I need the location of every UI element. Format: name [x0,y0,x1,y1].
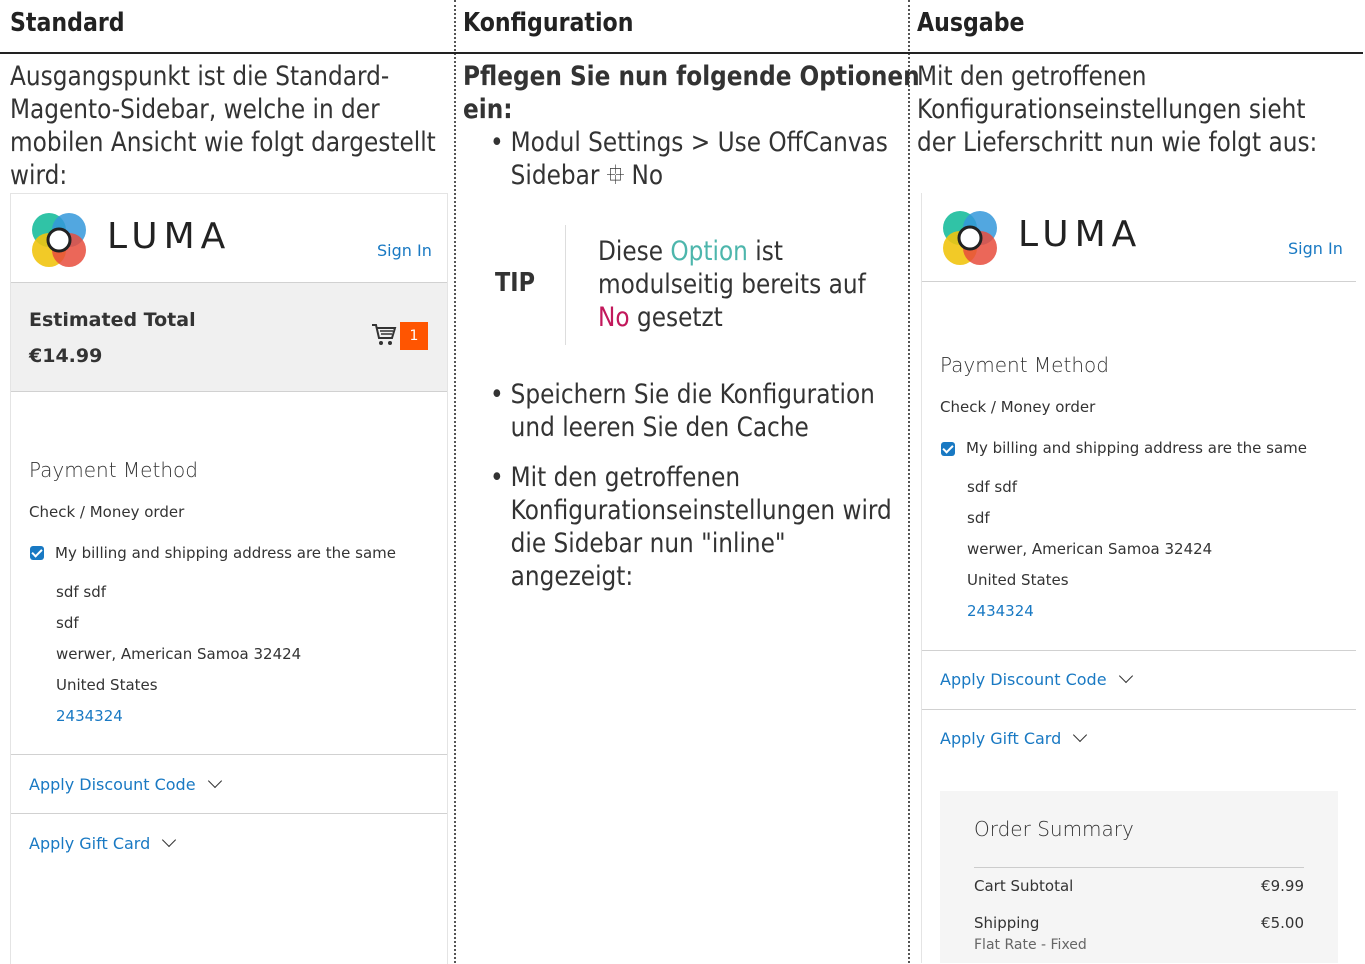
address-phone-link[interactable]: 2434324 [56,707,123,725]
address-phone-link[interactable]: 2434324 [967,602,1034,620]
tip-label: TIP [495,268,535,298]
divider [974,867,1304,868]
luma-logo-icon [943,211,997,265]
luma-logo-text: LUMA [1018,214,1143,255]
same-address-label: My billing and shipping address are the … [55,544,397,562]
cart-subtotal-label: Cart Subtotal [974,877,1074,895]
header-ausgabe: Ausgabe [917,8,1025,38]
bullet-3-text: Mit den getroffenen Konfigurationseinste… [510,462,892,592]
shipping-label: Shipping [974,914,1040,932]
address-street: sdf [56,614,79,632]
tip-no-word: No [598,302,630,333]
chevron-down-icon [1073,727,1088,743]
apply-gift-card-toggle[interactable]: Apply Gift Card [940,727,1088,748]
tip-text-a: Diese [598,236,671,267]
tip-divider [565,225,566,345]
address-street: sdf [967,509,990,527]
chevron-down-icon [162,832,177,848]
apply-discount-label: Apply Discount Code [940,670,1107,689]
address-country: United States [967,571,1069,589]
address-country: United States [56,676,158,694]
sign-in-link[interactable]: Sign In [377,241,432,260]
divider [11,813,447,814]
tip-text-c: gesetzt [629,302,723,333]
payment-option-label[interactable]: Check / Money order [29,503,184,521]
divider [922,709,1356,710]
standard-intro-text: Ausgangspunkt ist die Standard-Magento-S… [10,61,436,191]
same-address-label: My billing and shipping address are the … [966,439,1308,457]
cart-count-badge: 1 [400,322,428,350]
standard-checkout-screenshot: LUMA Sign In Estimated Total €14.99 1 Pa… [10,193,448,964]
same-address-checkbox[interactable] [941,442,955,456]
same-address-checkbox[interactable] [30,546,44,560]
payment-method-title: Payment Method [29,458,198,482]
payment-option-label[interactable]: Check / Money order [940,398,1095,416]
tip-option-word: Option [670,236,748,267]
chevron-down-icon [1118,668,1133,684]
divider [11,391,447,392]
bullet-3: • Mit den getroffenen Konfigurationseins… [490,461,894,593]
address-city: werwer, American Samoa 32424 [56,645,302,663]
address-city: werwer, American Samoa 32424 [967,540,1213,558]
ausgabe-checkout-screenshot: LUMA Sign In Payment Method Check / Mone… [921,193,1356,963]
chevron-down-icon [207,773,222,789]
ausgabe-intro-text: Mit den getroffenen Konfigurationseinste… [917,61,1318,158]
header-rule [0,52,1363,54]
column-separator [454,0,456,963]
bullet-2: • Speichern Sie die Konfiguration und le… [490,378,894,444]
bullet-1-text: Modul Settings > Use OffCanvas Sidebar ⯐… [510,127,888,191]
cart-subtotal-value: €9.99 [1261,877,1304,895]
address-name: sdf sdf [56,583,107,601]
header-konfiguration: Konfiguration [463,8,634,38]
apply-gift-card-label: Apply Gift Card [940,729,1062,748]
apply-discount-label: Apply Discount Code [29,775,196,794]
tip-text: Diese Option ist modulseitig bereits auf… [598,235,890,334]
shipping-method: Flat Rate - Fixed [974,937,1087,953]
luma-logo-icon [32,213,86,267]
address-name: sdf sdf [967,478,1018,496]
konfiguration-intro: Pflegen Sie nun folgende Optionen ein: [463,61,920,125]
header-standard: Standard [10,8,125,38]
bullet-2-text: Speichern Sie die Konfiguration und leer… [510,379,875,443]
column-separator [908,0,910,963]
apply-gift-card-label: Apply Gift Card [29,834,151,853]
sign-in-link[interactable]: Sign In [1288,239,1343,258]
divider [922,650,1356,651]
apply-gift-card-toggle[interactable]: Apply Gift Card [29,832,177,853]
estimated-total-label: Estimated Total [29,309,196,331]
cart-icon[interactable] [371,323,397,347]
divider [922,281,1356,282]
estimated-total-bar: Estimated Total €14.99 1 [11,283,447,391]
apply-discount-toggle[interactable]: Apply Discount Code [29,773,222,794]
order-summary-title: Order Summary [974,817,1134,841]
apply-discount-toggle[interactable]: Apply Discount Code [940,668,1133,689]
payment-method-title: Payment Method [940,353,1109,377]
order-summary-box: Order Summary Cart Subtotal €9.99 Shippi… [940,791,1338,963]
shipping-value: €5.00 [1261,914,1304,932]
luma-logo-text: LUMA [107,216,232,257]
bullet-1: • Modul Settings > Use OffCanvas Sidebar… [490,126,894,192]
divider [11,754,447,755]
estimated-total-value: €14.99 [29,345,103,367]
